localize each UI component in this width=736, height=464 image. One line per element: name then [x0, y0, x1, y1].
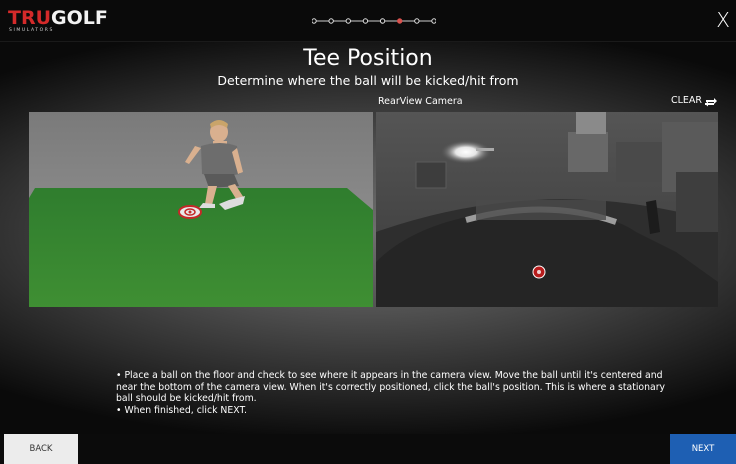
- ceiling-light: [440, 140, 492, 164]
- step-dot: [362, 18, 369, 24]
- target-icon[interactable]: [532, 265, 546, 279]
- back-button[interactable]: BACK: [4, 434, 78, 464]
- page-title: Tee Position: [303, 46, 433, 71]
- step-dot: [328, 18, 334, 24]
- logo-tru: TRU: [8, 7, 52, 29]
- trugolf-logo: TRUGOLF SIMULATORS: [8, 7, 108, 34]
- tee-placement-view[interactable]: [29, 112, 373, 307]
- instruction-line: • Place a ball on the floor and check to…: [116, 370, 666, 404]
- bottom-bar: [0, 434, 736, 464]
- tee-scene: [29, 112, 373, 307]
- step-dot-active: [397, 18, 403, 24]
- step-dot: [379, 18, 386, 24]
- target-icon[interactable]: [178, 205, 202, 219]
- camera-label: RearView Camera: [378, 96, 463, 107]
- instruction-line: • When finished, click NEXT.: [116, 404, 247, 416]
- close-icon: X: [716, 8, 730, 32]
- page-subtitle: Determine where the ball will be kicked/…: [217, 73, 519, 88]
- camera-image: [376, 112, 718, 307]
- instructions: • Place a ball on the floor and check to…: [116, 370, 676, 416]
- progress-stepper: [312, 18, 436, 24]
- refresh-icon: [705, 97, 717, 106]
- close-button[interactable]: X: [716, 9, 730, 31]
- step-dot: [431, 18, 436, 24]
- logo-subtitle: SIMULATORS: [9, 28, 54, 33]
- step-dot: [414, 18, 420, 24]
- logo-golf: GOLF: [51, 7, 108, 29]
- top-bar: TRUGOLF SIMULATORS X: [0, 0, 736, 42]
- clear-label: CLEAR: [670, 95, 702, 106]
- step-dot: [345, 18, 351, 24]
- clear-button[interactable]: CLEAR: [671, 94, 718, 108]
- rearview-camera-feed[interactable]: [376, 112, 718, 307]
- next-button[interactable]: NEXT: [670, 434, 736, 464]
- step-dot: [312, 18, 317, 24]
